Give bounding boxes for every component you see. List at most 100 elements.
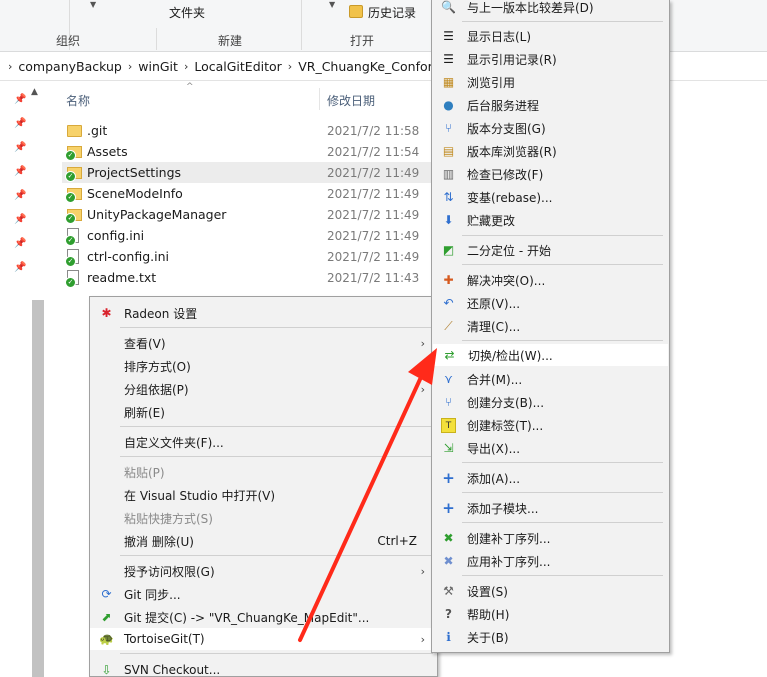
menu-item-group[interactable]: 分组依据(P) › — [90, 378, 437, 400]
menu-item-refresh[interactable]: 刷新(E) — [90, 401, 437, 423]
menu-item-label: 切换/检出(W)... — [468, 348, 553, 363]
table-row[interactable]: ✓ ctrl-config.ini 2021/7/2 11:49 — [62, 246, 442, 267]
menu-item-cleanup[interactable]: ⟋ 清理(C)... — [432, 315, 669, 337]
sort-ascending-icon: ^ — [186, 82, 194, 92]
scrollbar-thumb[interactable] — [32, 300, 44, 677]
file-name: ProjectSettings — [87, 165, 182, 180]
table-row[interactable]: ✓ Assets 2021/7/2 11:54 — [62, 141, 442, 162]
menu-item-check-modifications[interactable]: ▥ 检查已修改(F) — [432, 163, 669, 185]
table-row[interactable]: ✓ SceneModeInfo 2021/7/2 11:49 — [62, 183, 442, 204]
chevron-right-icon: › — [420, 382, 425, 396]
menu-item-svn-checkout[interactable]: ⇩ SVN Checkout... — [90, 659, 437, 677]
menu-item-resolve[interactable]: ✚ 解决冲突(O)... — [432, 269, 669, 291]
breadcrumb-item[interactable]: VR_ChuangKe_Confor — [298, 59, 433, 74]
menu-item-customize[interactable]: 自定义文件夹(F)... — [90, 431, 437, 453]
menu-item-open-visual-studio[interactable]: 在 Visual Studio 中打开(V) — [90, 484, 437, 506]
menu-item-add-submodule[interactable]: + 添加子模块... — [432, 497, 669, 519]
chevron-right-icon[interactable]: › — [128, 60, 132, 73]
menu-item-about[interactable]: ℹ 关于(B) — [432, 626, 669, 648]
menu-item-label: 检查已修改(F) — [467, 167, 544, 182]
patch-icon: ✖ — [443, 554, 454, 568]
table-row[interactable]: ✓ readme.txt 2021/7/2 11:43 — [62, 267, 442, 288]
menu-item-grant-access[interactable]: 授予访问权限(G) › — [90, 560, 437, 582]
table-row[interactable]: .git 2021/7/2 11:58 — [62, 120, 442, 141]
menu-item-revert[interactable]: ↶ 还原(V)... — [432, 292, 669, 314]
pin-icon[interactable]: 📌 — [14, 94, 26, 105]
menu-item-revision-graph[interactable]: ⑂ 版本分支图(G) — [432, 117, 669, 139]
menu-item-bisect[interactable]: ◩ 二分定位 - 开始 — [432, 239, 669, 261]
menu-item-settings[interactable]: ⚒ 设置(S) — [432, 580, 669, 602]
menu-item-git-sync[interactable]: ⟳ Git 同步... — [90, 583, 437, 605]
menu-item-rebase[interactable]: ⇅ 变基(rebase)... — [432, 186, 669, 208]
menu-item-label: 贮藏更改 — [467, 213, 516, 228]
dropdown-arrow-icon[interactable]: ▼ — [90, 0, 96, 9]
menu-item-tortoisegit[interactable]: 🐢 TortoiseGit(T) › — [90, 628, 437, 650]
menu-item-label: TortoiseGit(T) — [124, 632, 205, 646]
pin-icon[interactable]: 📌 — [14, 238, 26, 249]
pin-icon[interactable]: 📌 — [14, 142, 26, 153]
menu-item-create-tag[interactable]: T 创建标签(T)... — [432, 414, 669, 436]
menu-item-label: 添加(A)... — [467, 471, 521, 486]
table-row[interactable]: ✓ UnityPackageManager 2021/7/2 11:49 — [62, 204, 442, 225]
menu-item-browse-refs[interactable]: ▦ 浏览引用 — [432, 71, 669, 93]
menu-item-diff-previous[interactable]: 🔍 与上一版本比较差异(D) — [432, 0, 669, 18]
reflog-icon: ☰ — [443, 52, 454, 66]
menu-separator — [462, 462, 663, 463]
menu-item-radeon[interactable]: ✱ Radeon 设置 — [90, 302, 437, 324]
chevron-right-icon[interactable]: › — [288, 60, 292, 73]
menu-separator — [120, 456, 433, 457]
column-header-name[interactable]: 名称 — [66, 92, 90, 109]
history-button[interactable]: 历史记录 — [368, 4, 416, 21]
table-row[interactable]: ✓ ProjectSettings 2021/7/2 11:49 — [62, 162, 442, 183]
menu-item-stash[interactable]: ⬇ 贮藏更改 — [432, 209, 669, 231]
menu-item-repo-browser[interactable]: ▤ 版本库浏览器(R) — [432, 140, 669, 162]
ribbon-separator — [301, 28, 302, 50]
breadcrumb-item[interactable]: winGit — [138, 59, 178, 74]
menu-item-label: 排序方式(O) — [124, 359, 191, 374]
group-label-new: 新建 — [218, 34, 243, 48]
scroll-up-icon[interactable]: ▲ — [31, 87, 38, 97]
menu-item-show-reflog[interactable]: ☰ 显示引用记录(R) — [432, 48, 669, 70]
menu-item-undo-delete[interactable]: 撤消 删除(U) Ctrl+Z — [90, 530, 437, 552]
column-header-modified[interactable]: 修改日期 — [327, 92, 375, 109]
menu-item-export[interactable]: ⇲ 导出(X)... — [432, 437, 669, 459]
menu-item-apply-patch[interactable]: ✖ 应用补丁序列... — [432, 550, 669, 572]
breadcrumb-item[interactable]: companyBackup — [18, 59, 121, 74]
ribbon-separator — [156, 28, 157, 50]
file-name: Assets — [87, 144, 128, 159]
menu-separator — [462, 235, 663, 236]
chevron-right-icon: › — [420, 564, 425, 578]
menu-item-create-patch[interactable]: ✖ 创建补丁序列... — [432, 527, 669, 549]
menu-item-show-log[interactable]: ☰ 显示日志(L) — [432, 25, 669, 47]
git-folder-icon: ✓ — [65, 188, 82, 203]
table-row[interactable]: ✓ config.ini 2021/7/2 11:49 — [62, 225, 442, 246]
menu-item-create-branch[interactable]: ⑂ 创建分支(B)... — [432, 391, 669, 413]
pin-icon[interactable]: 📌 — [14, 118, 26, 129]
chevron-right-icon[interactable]: › — [184, 60, 188, 73]
browse-refs-icon: ▦ — [442, 75, 455, 89]
menu-item-label: 还原(V)... — [467, 296, 521, 311]
menu-item-add[interactable]: + 添加(A)... — [432, 467, 669, 489]
pin-icon[interactable]: 📌 — [14, 166, 26, 177]
breadcrumb-item[interactable]: LocalGitEditor — [194, 59, 281, 74]
help-icon: ? — [445, 607, 452, 621]
menu-item-git-commit[interactable]: ⬈ Git 提交(C) -> "VR_ChuangKe_MapEdit"... — [90, 606, 437, 628]
chevron-right-icon: › — [420, 632, 425, 646]
repo-browser-icon: ▤ — [442, 144, 455, 158]
pin-icon[interactable]: 📌 — [14, 190, 26, 201]
new-folder-button[interactable]: 文件夹 — [169, 4, 205, 21]
menu-item-help[interactable]: ? 帮助(H) — [432, 603, 669, 625]
dropdown-arrow-icon[interactable]: ▼ — [329, 0, 335, 9]
menu-item-merge[interactable]: ⋎ 合并(M)... — [432, 368, 669, 390]
plus-icon: + — [442, 499, 455, 517]
menu-item-daemon[interactable]: ● 后台服务进程 — [432, 94, 669, 116]
menu-item-label: 解决冲突(O)... — [467, 273, 546, 288]
pin-icon[interactable]: 📌 — [14, 214, 26, 225]
menu-item-view[interactable]: 查看(V) › — [90, 332, 437, 354]
menu-item-sort[interactable]: 排序方式(O) › — [90, 355, 437, 377]
tortoisegit-submenu: 🔍 与上一版本比较差异(D) ☰ 显示日志(L) ☰ 显示引用记录(R) ▦ 浏… — [431, 0, 670, 653]
column-divider[interactable] — [319, 88, 320, 110]
pin-icon[interactable]: 📌 — [14, 262, 26, 273]
menu-item-label: 应用补丁序列... — [467, 554, 551, 569]
menu-item-switch-checkout[interactable]: ⇄ 切换/检出(W)... — [433, 344, 668, 366]
